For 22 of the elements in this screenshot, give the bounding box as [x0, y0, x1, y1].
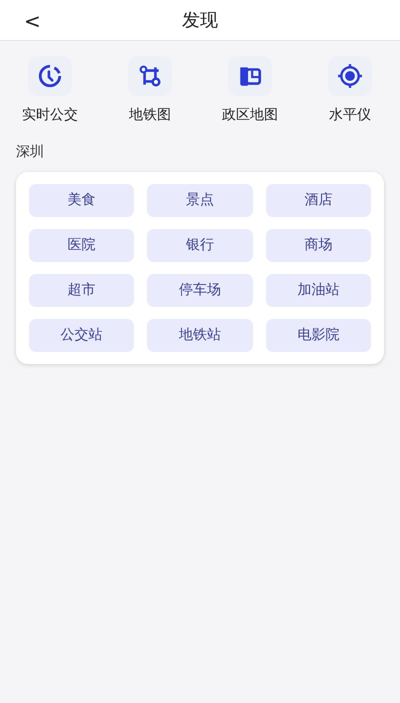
tool-shortcut[interactable]: 政区地图	[200, 56, 300, 126]
category-button[interactable]: 加油站	[266, 274, 371, 307]
category-button[interactable]: 公交站	[29, 319, 134, 352]
category-button[interactable]: 酒店	[266, 184, 371, 217]
route-icon	[137, 63, 163, 89]
tool-shortcut[interactable]: 水平仪	[300, 56, 400, 126]
category-button[interactable]: 电影院	[266, 319, 371, 352]
category-button[interactable]: 地铁站	[147, 319, 253, 352]
tool-shortcut[interactable]: 实时公交	[0, 56, 100, 126]
category-button[interactable]: 超市	[29, 274, 134, 307]
category-button[interactable]: 美食	[29, 184, 134, 217]
page-title: 发现	[182, 8, 218, 32]
category-button[interactable]: 景点	[147, 184, 253, 217]
category-button[interactable]: 医院	[29, 229, 134, 262]
category-button[interactable]: 商场	[266, 229, 371, 262]
city-label: 深圳	[16, 143, 44, 162]
tool-shortcut[interactable]: 地铁图	[100, 56, 200, 126]
target-icon	[337, 63, 363, 89]
category-button[interactable]: 停车场	[147, 274, 253, 307]
bus-clock-icon	[37, 63, 63, 89]
back-button[interactable]: <	[20, 6, 45, 36]
category-button[interactable]: 银行	[147, 229, 253, 262]
